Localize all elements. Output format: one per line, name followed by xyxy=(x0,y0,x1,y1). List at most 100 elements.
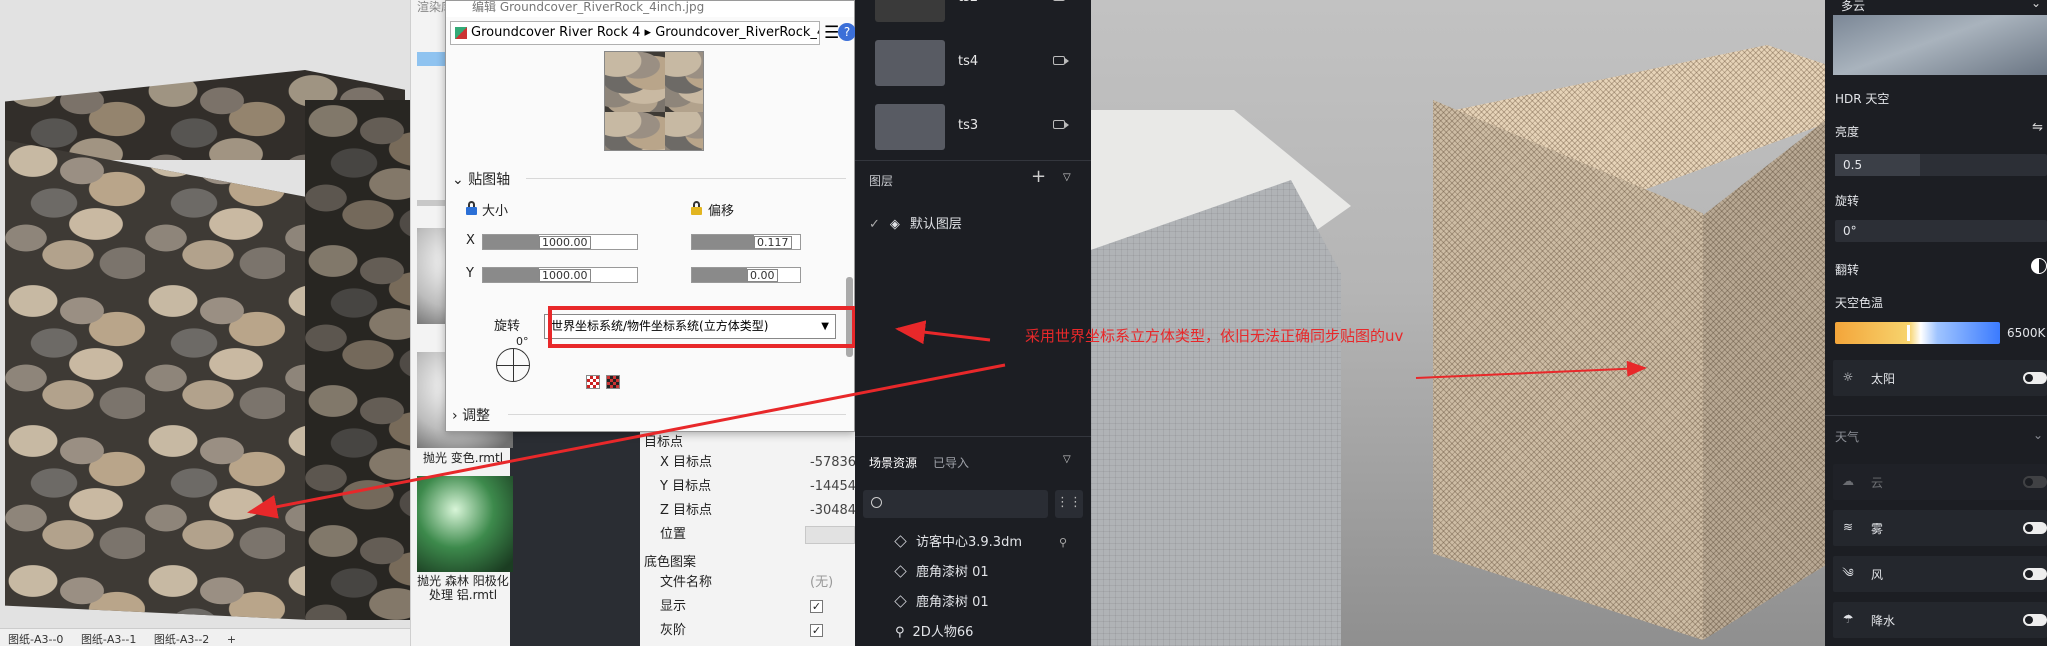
flip-toggle[interactable] xyxy=(2031,258,2047,274)
asset-item[interactable]: 鹿角漆树 01 xyxy=(894,558,1085,588)
brightness-label: 亮度 xyxy=(1835,125,1860,139)
asset-search-input[interactable] xyxy=(863,490,1048,518)
layout-tab[interactable]: 图纸-A3--1 xyxy=(81,633,136,646)
search-icon xyxy=(871,497,882,508)
adjust-section-toggle[interactable]: › 调整 xyxy=(452,405,490,425)
filename-value[interactable]: (无) xyxy=(810,571,833,595)
layout-tabs-bar: 图纸-A3--0 图纸-A3--1 图纸-A3--2 + xyxy=(0,628,410,646)
main-3d-viewport[interactable] xyxy=(1091,0,1825,646)
checker-dark-icon[interactable] xyxy=(606,375,620,389)
weather-row-cloud[interactable]: ☁ 云 xyxy=(1833,464,2047,500)
offset-label: 偏移 xyxy=(708,204,735,219)
y-axis-label: Y xyxy=(466,266,474,281)
camera-icon[interactable] xyxy=(1053,0,1065,1)
sky-temperature-slider[interactable] xyxy=(1835,322,2000,344)
layout-tab[interactable]: 图纸-A3--0 xyxy=(8,633,63,646)
brightness-slider[interactable]: 0.5 xyxy=(1835,154,2047,176)
scene-panel: ts2 ts4 ts3 图层 + ▽ ✓◈默认图层 场景资源 已导入 ▽ ⋮⋮ … xyxy=(855,0,1091,646)
properties-panel: 目标点 X 目标点 -57836 Y 目标点 -14454 Z 目标点 -30484 … xyxy=(640,425,857,646)
camera-icon[interactable] xyxy=(1053,120,1069,129)
sun-row[interactable]: ☼ 太阳 xyxy=(1833,360,2047,396)
menu-icon[interactable]: ☰ xyxy=(824,23,839,43)
material-label: 抛光 森林 阳极化处理 铝.rmtl xyxy=(417,574,509,602)
prop-row-x-target: X 目标点 -57836 xyxy=(660,455,857,470)
gray-checkbox[interactable]: ✓ xyxy=(810,624,823,637)
material-thumbnail[interactable] xyxy=(417,476,513,572)
hdr-sky-label: HDR 天空 xyxy=(1835,92,1890,106)
cloud-icon: ☁ xyxy=(1842,474,1854,488)
rotation-dial[interactable] xyxy=(496,348,530,382)
collapse-icon[interactable]: ▽ xyxy=(1063,172,1071,183)
section-divider xyxy=(855,160,1091,161)
stone-cube-side-face xyxy=(305,100,410,620)
camera-thumbnail xyxy=(875,40,945,86)
offset-lock-icon[interactable] xyxy=(691,201,702,215)
add-layout-button[interactable]: + xyxy=(227,633,236,646)
asset-item[interactable]: 鹿角漆树 01 xyxy=(894,588,1085,618)
imported-tab[interactable]: 已导入 xyxy=(933,454,969,471)
chevron-down-icon[interactable]: ⌄ xyxy=(2033,428,2043,442)
section-divider xyxy=(1825,415,2047,416)
camera-item[interactable]: ts3 xyxy=(875,104,1085,152)
rotation-value: 0° xyxy=(516,335,529,348)
texture-preview xyxy=(604,51,704,151)
size-x-slider[interactable]: 1000.00 xyxy=(482,234,638,250)
position-button[interactable] xyxy=(805,526,855,544)
texture-file-icon xyxy=(455,27,467,39)
precipitation-toggle xyxy=(2023,614,2047,626)
texture-axis-section-toggle[interactable]: ⌄ 贴图轴 xyxy=(452,169,510,189)
rotation-input[interactable]: 0° xyxy=(1835,220,2047,242)
section-divider xyxy=(526,178,846,179)
layout-tab[interactable]: 图纸-A3--2 xyxy=(154,633,209,646)
camera-item[interactable]: ts2 xyxy=(875,0,1085,24)
size-y-slider[interactable]: 1000.00 xyxy=(482,267,638,283)
asset-item[interactable]: ⚲ 2D人物66 xyxy=(895,618,1085,646)
collapse-icon[interactable]: ▽ xyxy=(1063,454,1071,465)
section-divider xyxy=(508,414,846,415)
camera-item[interactable]: ts4 xyxy=(875,40,1085,88)
prop-row-position: 位置 xyxy=(640,523,855,547)
wind-icon: ༄ xyxy=(1842,566,1854,580)
gray-cube-front xyxy=(1091,180,1341,646)
texture-path-breadcrumb[interactable]: Groundcover River Rock 4 ▸ Groundcover_R… xyxy=(450,21,820,45)
prop-row-z-target: Z 目标点 -30484 xyxy=(660,503,857,518)
offset-x-slider[interactable]: 0.117 xyxy=(691,234,801,250)
selected-material-chip[interactable] xyxy=(417,52,447,66)
rotation-label: 旋转 xyxy=(494,319,521,334)
help-icon[interactable]: ? xyxy=(838,23,856,41)
sky-preview[interactable] xyxy=(1833,15,2047,75)
show-checkbox[interactable]: ✓ xyxy=(810,600,823,613)
size-label: 大小 xyxy=(482,204,509,219)
size-lock-icon[interactable] xyxy=(466,201,477,215)
weather-row-precipitation[interactable]: ☂ 降水 xyxy=(1833,602,2047,638)
layer-item-default[interactable]: ✓ ◈ 默认图层 xyxy=(869,213,962,232)
fog-icon: ≋ xyxy=(1842,520,1854,534)
section-divider xyxy=(855,436,1091,437)
target-header: 目标点 xyxy=(644,435,684,450)
sky-preset-label[interactable]: 多云 xyxy=(1841,0,1865,14)
material-label: 抛光 变色.rmtl xyxy=(422,451,504,465)
fog-toggle xyxy=(2023,522,2047,534)
weather-header: 天气 xyxy=(1835,430,1860,444)
person-icon: ⚲ xyxy=(1058,536,1067,549)
asset-item[interactable]: 访客中心3.9.3dm ⚲ xyxy=(894,528,1085,558)
camera-thumbnail xyxy=(875,104,945,150)
weather-row-fog[interactable]: ≋ 雾 xyxy=(1833,510,2047,546)
prop-row-y-target: Y 目标点 -14454 xyxy=(660,479,857,494)
add-layer-icon[interactable]: + xyxy=(1031,166,1046,187)
prop-row-show: 显示 ✓ xyxy=(660,599,823,614)
grid-view-icon[interactable]: ⋮⋮ xyxy=(1055,490,1083,518)
weather-row-wind[interactable]: ༄ 风 xyxy=(1833,556,2047,592)
left-render-viewport[interactable]: 图纸-A3--0 图纸-A3--1 图纸-A3--2 + xyxy=(0,0,410,646)
offset-y-slider[interactable]: 0.00 xyxy=(691,267,801,283)
scroll-thumb[interactable] xyxy=(417,200,447,206)
stone-cube-front-face xyxy=(5,140,310,620)
person-icon: ⚲ xyxy=(895,625,905,640)
checker-red-icon[interactable] xyxy=(586,375,600,389)
sun-toggle[interactable] xyxy=(2023,372,2047,384)
settings-sliders-icon[interactable]: ⇋ xyxy=(2032,120,2043,135)
chevron-down-icon[interactable]: ⌄ xyxy=(2031,0,2041,10)
camera-icon[interactable] xyxy=(1053,56,1069,65)
sky-temperature-label: 天空色温 xyxy=(1835,296,1884,310)
assets-tab[interactable]: 场景资源 xyxy=(869,454,917,471)
